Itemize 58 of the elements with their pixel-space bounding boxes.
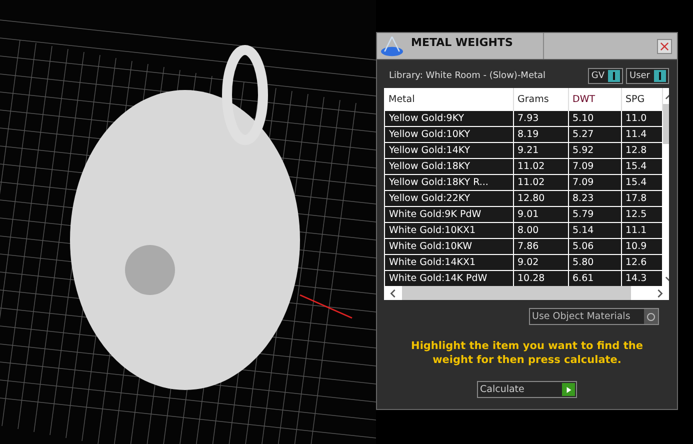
table-cell[interactable]: 10.9 [621, 238, 662, 254]
table-cell[interactable]: 12.8 [621, 142, 662, 158]
table-cell[interactable]: 9.02 [513, 254, 568, 270]
toggle-switch[interactable]: GV [588, 68, 624, 84]
table-cell[interactable]: 12.5 [621, 206, 662, 222]
table-cell[interactable]: 9.01 [513, 206, 568, 222]
table-cell[interactable]: 15.4 [621, 158, 662, 174]
table-cell[interactable]: 11.02 [513, 158, 568, 174]
use-object-materials-checkbox[interactable]: Use Object Materials [529, 308, 659, 325]
table-cell[interactable]: 8.00 [513, 222, 568, 238]
table-cell[interactable]: 10.28 [513, 270, 568, 286]
table-cell[interactable]: 6.61 [568, 270, 621, 286]
table-cell[interactable]: 9.21 [513, 142, 568, 158]
library-label: Library: White Room - (Slow)-Metal [389, 71, 547, 81]
table-cell[interactable]: 11.0 [621, 110, 662, 126]
table-cell[interactable]: 17.8 [621, 190, 662, 206]
table-cell[interactable]: 5.79 [568, 206, 621, 222]
table-cell[interactable]: 7.09 [568, 158, 621, 174]
close-icon [660, 42, 669, 50]
table-cell[interactable]: Yellow Gold:10KY [384, 126, 513, 142]
table-cell[interactable]: White Gold:9K PdW [384, 206, 513, 222]
calculate-button[interactable]: Calculate [477, 381, 577, 398]
table-cell[interactable]: 7.93 [513, 110, 568, 126]
table-cell[interactable]: 5.80 [568, 254, 621, 270]
table-cell[interactable]: 7.09 [568, 174, 621, 190]
table-cell[interactable]: 11.4 [621, 126, 662, 142]
table-cell[interactable]: Yellow Gold:22KY [384, 190, 513, 206]
column-header[interactable]: DWT [568, 88, 621, 110]
table-cell[interactable]: 11.1 [621, 222, 662, 238]
instruction-text: Highlight the item you want to find the weight for then press calculate. [410, 339, 644, 367]
table-cell[interactable]: White Gold:10KX1 [384, 222, 513, 238]
table-cell[interactable]: White Gold:10KW [384, 238, 513, 254]
table-cell[interactable]: 5.06 [568, 238, 621, 254]
column-header[interactable]: Grams [513, 88, 568, 110]
table-cell[interactable]: 12.80 [513, 190, 568, 206]
table-cell[interactable]: Yellow Gold:18KY R... [384, 174, 513, 190]
table-cell[interactable]: Yellow Gold:14KY [384, 142, 513, 158]
table-cell[interactable]: 11.02 [513, 174, 568, 190]
table-cell[interactable]: 8.19 [513, 126, 568, 142]
column-header[interactable]: SPG [621, 88, 662, 110]
table-cell[interactable]: 5.27 [568, 126, 621, 142]
play-icon [566, 386, 572, 394]
table-cell[interactable]: 7.86 [513, 238, 568, 254]
table-cell[interactable]: Yellow Gold:18KY [384, 158, 513, 174]
window-title: METAL WEIGHTS [410, 36, 514, 50]
table-cell[interactable]: 14.3 [621, 270, 662, 286]
toggle-switch[interactable]: User [626, 68, 669, 84]
table-cell[interactable]: 5.14 [568, 222, 621, 238]
table-cell[interactable]: 8.23 [568, 190, 621, 206]
table-cell[interactable]: Yellow Gold:9KY [384, 110, 513, 126]
table-cell[interactable]: 15.4 [621, 174, 662, 190]
table-cell[interactable]: 12.6 [621, 254, 662, 270]
table-cell[interactable]: 5.92 [568, 142, 621, 158]
scale-icon [379, 35, 405, 57]
table-cell[interactable]: 5.10 [568, 110, 621, 126]
table-cell[interactable]: White Gold:14K PdW [384, 270, 513, 286]
table-cell[interactable]: White Gold:14KX1 [384, 254, 513, 270]
close-button[interactable] [657, 38, 672, 54]
